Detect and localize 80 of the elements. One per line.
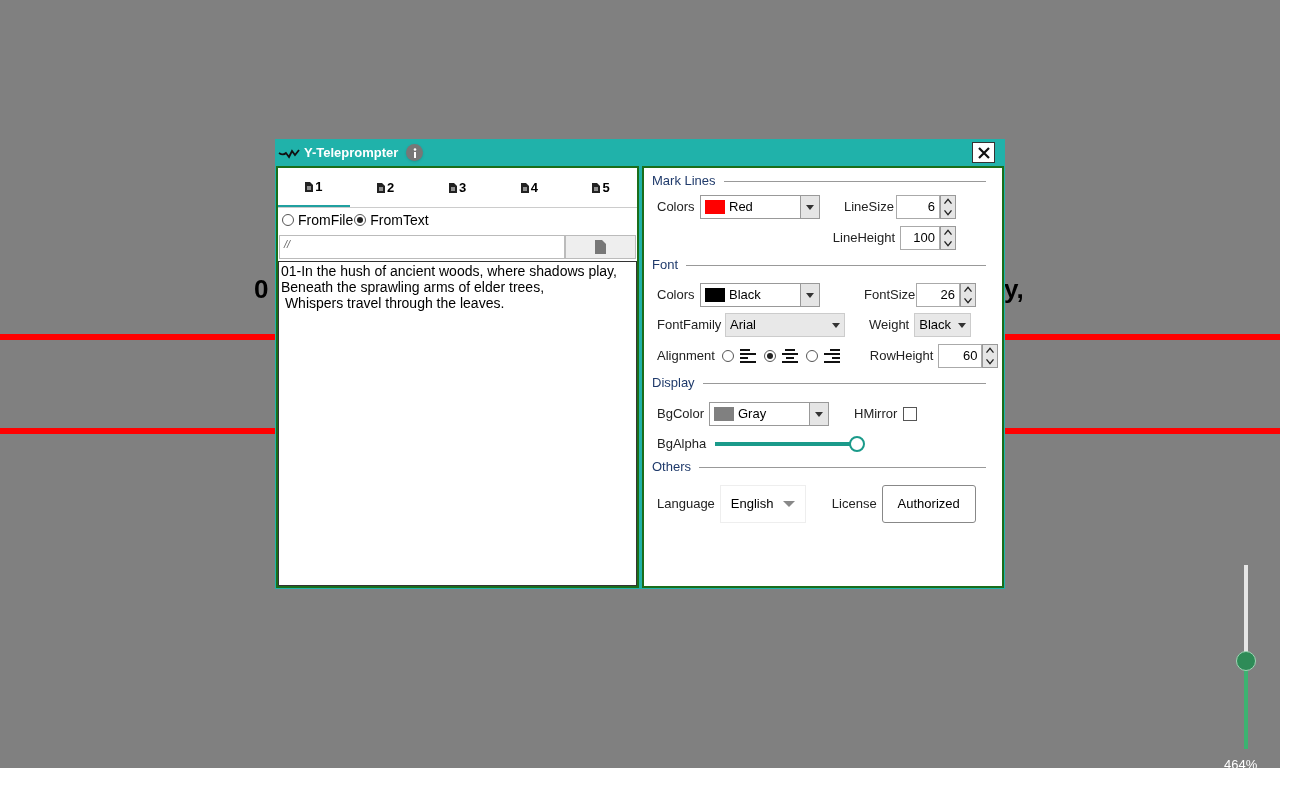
prompter-text: y, <box>1004 273 1024 306</box>
font-family-select[interactable]: Arial <box>725 313 845 337</box>
spinner-buttons[interactable] <box>940 195 956 219</box>
alpha-slider[interactable] <box>715 435 865 453</box>
caret-icon <box>958 322 967 328</box>
language-select[interactable]: English <box>719 485 806 523</box>
weight-select[interactable]: Black <box>914 313 972 337</box>
zoom-slider[interactable] <box>1236 565 1256 749</box>
field-label: LineHeight <box>832 229 895 248</box>
field-label: FontFamily <box>657 316 723 335</box>
prompter-text: 0 <box>254 273 269 306</box>
document-tab[interactable]: 3 <box>421 168 494 207</box>
section-title: Font <box>652 256 678 275</box>
document-icon <box>305 181 314 192</box>
document-tab[interactable]: 5 <box>565 168 637 207</box>
color-select[interactable]: Red <box>700 195 820 219</box>
color-select[interactable]: Gray <box>709 402 829 426</box>
align-center-icon <box>781 349 798 363</box>
info-icon[interactable] <box>406 144 424 161</box>
dropdown-button[interactable] <box>800 284 819 306</box>
field-label: BgAlpha <box>657 435 708 454</box>
document-tab[interactable]: 2 <box>349 168 422 207</box>
document-icon <box>448 182 457 193</box>
color-select[interactable]: Black <box>700 283 820 307</box>
number-field[interactable]: 6 <box>896 195 940 219</box>
slider-thumb[interactable] <box>849 436 865 452</box>
license-button[interactable]: Authorized <box>881 485 976 523</box>
window-title: Y-Teleprompter <box>304 143 399 162</box>
dropdown-button[interactable] <box>809 403 828 425</box>
slider-thumb[interactable] <box>1236 650 1256 671</box>
field-label: HMirror <box>854 405 898 424</box>
radio-button[interactable] <box>763 350 776 362</box>
align-right-icon <box>823 349 840 363</box>
field-label: License <box>831 495 877 514</box>
document-icon <box>592 182 601 193</box>
field-label: BgColor <box>657 405 705 424</box>
close-icon <box>977 146 990 159</box>
field-label: Alignment <box>657 347 715 366</box>
spinner-buttons[interactable] <box>940 226 956 250</box>
path-field[interactable]: // <box>279 235 565 259</box>
field-label: FontSize <box>864 286 916 305</box>
field-label: RowHeight <box>869 347 934 366</box>
align-left-icon <box>739 349 756 363</box>
select-value: Gray <box>738 405 767 424</box>
field-label: LineSize <box>844 198 895 217</box>
caret-icon <box>815 411 823 417</box>
open-file-button[interactable] <box>565 235 636 259</box>
document-tab[interactable]: 4 <box>493 168 566 207</box>
select-value: Black <box>729 286 761 305</box>
field-label: Language <box>657 495 715 514</box>
radio-button[interactable] <box>282 214 294 226</box>
number-field[interactable]: 100 <box>900 226 940 250</box>
radio-label[interactable]: FromText <box>370 209 429 231</box>
spinner-buttons[interactable] <box>982 344 999 368</box>
spinner-buttons[interactable] <box>960 283 976 307</box>
section-title: Others <box>652 458 691 477</box>
document-tab[interactable]: 1 <box>278 168 350 207</box>
field-label: Colors <box>657 286 696 305</box>
document-icon <box>377 182 386 193</box>
field-label: Colors <box>657 198 696 217</box>
select-value: Red <box>729 198 753 217</box>
script-text-area[interactable]: 01-In the hush of ancient woods, where shadows play, Beneath the sprawling arms of elder trees, Whispers travel through the leaves. <box>278 261 637 586</box>
caret-icon <box>806 204 814 210</box>
caret-icon <box>806 292 814 298</box>
caret-icon <box>782 501 795 507</box>
field-label: Weight <box>869 316 910 335</box>
radio-button[interactable] <box>354 214 367 226</box>
radio-button[interactable] <box>805 350 818 362</box>
section-title: Mark Lines <box>652 172 716 191</box>
radio-label[interactable]: FromFile <box>298 209 354 231</box>
section-title: Display <box>652 374 695 393</box>
radio-button[interactable] <box>721 350 734 362</box>
dropdown-button[interactable] <box>800 196 819 218</box>
file-icon <box>595 240 606 254</box>
close-button[interactable] <box>972 142 995 163</box>
document-icon <box>520 182 529 193</box>
checkbox[interactable] <box>903 407 918 421</box>
number-field[interactable]: 60 <box>938 344 983 368</box>
caret-icon <box>832 322 840 328</box>
number-field[interactable]: 26 <box>916 283 960 307</box>
